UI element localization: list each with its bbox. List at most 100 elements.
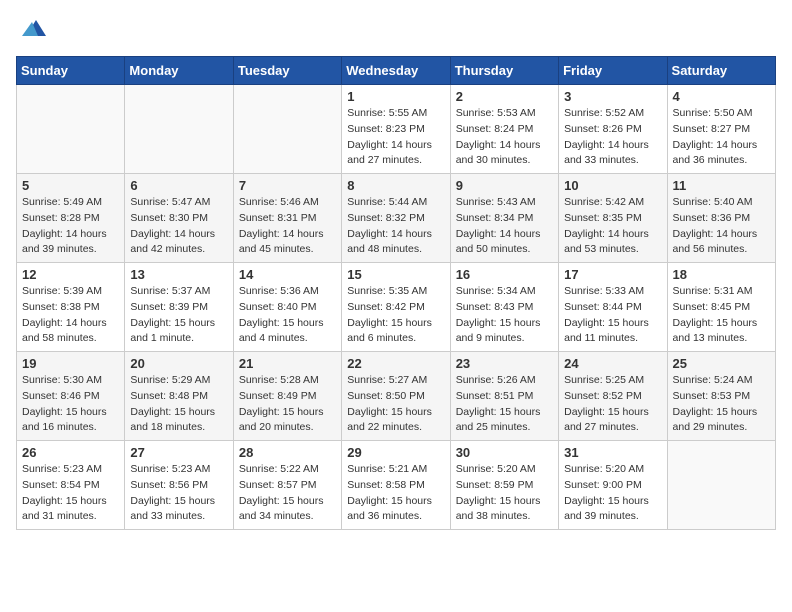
calendar-cell: 31 Sunrise: 5:20 AMSunset: 9:00 PMDayligh… bbox=[559, 441, 667, 530]
weekday-header: Monday bbox=[125, 57, 233, 85]
calendar-cell: 17 Sunrise: 5:33 AMSunset: 8:44 PMDayligh… bbox=[559, 263, 667, 352]
day-info: Sunrise: 5:29 AMSunset: 8:48 PMDaylight:… bbox=[130, 373, 227, 436]
calendar-cell: 11 Sunrise: 5:40 AMSunset: 8:36 PMDayligh… bbox=[667, 174, 775, 263]
day-info: Sunrise: 5:24 AMSunset: 8:53 PMDaylight:… bbox=[673, 373, 770, 436]
day-info: Sunrise: 5:49 AMSunset: 8:28 PMDaylight:… bbox=[22, 195, 119, 258]
day-info: Sunrise: 5:55 AMSunset: 8:23 PMDaylight:… bbox=[347, 106, 444, 169]
day-number: 11 bbox=[673, 178, 770, 193]
day-number: 10 bbox=[564, 178, 661, 193]
day-info: Sunrise: 5:25 AMSunset: 8:52 PMDaylight:… bbox=[564, 373, 661, 436]
calendar-body: 1 Sunrise: 5:55 AMSunset: 8:23 PMDaylight… bbox=[17, 85, 776, 530]
day-info: Sunrise: 5:37 AMSunset: 8:39 PMDaylight:… bbox=[130, 284, 227, 347]
day-info: Sunrise: 5:20 AMSunset: 9:00 PMDaylight:… bbox=[564, 462, 661, 525]
day-number: 28 bbox=[239, 445, 336, 460]
day-number: 18 bbox=[673, 267, 770, 282]
day-number: 21 bbox=[239, 356, 336, 371]
day-info: Sunrise: 5:33 AMSunset: 8:44 PMDaylight:… bbox=[564, 284, 661, 347]
day-number: 31 bbox=[564, 445, 661, 460]
day-number: 5 bbox=[22, 178, 119, 193]
calendar-cell bbox=[125, 85, 233, 174]
calendar-cell bbox=[17, 85, 125, 174]
calendar-cell: 8Sunrise: 5:44 AMSunset: 8:32 PMDaylight… bbox=[342, 174, 450, 263]
day-number: 14 bbox=[239, 267, 336, 282]
calendar-cell: 1 Sunrise: 5:55 AMSunset: 8:23 PMDaylight… bbox=[342, 85, 450, 174]
calendar-cell: 7Sunrise: 5:46 AMSunset: 8:31 PMDaylight… bbox=[233, 174, 341, 263]
calendar-table: SundayMondayTuesdayWednesdayThursdayFrid… bbox=[16, 56, 776, 530]
day-number: 24 bbox=[564, 356, 661, 371]
calendar-cell: 27 Sunrise: 5:23 AMSunset: 8:56 PMDayligh… bbox=[125, 441, 233, 530]
day-info: Sunrise: 5:47 AMSunset: 8:30 PMDaylight:… bbox=[130, 195, 227, 258]
calendar-week-row: 19 Sunrise: 5:30 AMSunset: 8:46 PMDayligh… bbox=[17, 352, 776, 441]
day-info: Sunrise: 5:21 AMSunset: 8:58 PMDaylight:… bbox=[347, 462, 444, 525]
calendar-cell: 10 Sunrise: 5:42 AMSunset: 8:35 PMDayligh… bbox=[559, 174, 667, 263]
day-info: Sunrise: 5:34 AMSunset: 8:43 PMDaylight:… bbox=[456, 284, 553, 347]
day-number: 29 bbox=[347, 445, 444, 460]
day-info: Sunrise: 5:36 AMSunset: 8:40 PMDaylight:… bbox=[239, 284, 336, 347]
day-info: Sunrise: 5:23 AMSunset: 8:54 PMDaylight:… bbox=[22, 462, 119, 525]
weekday-header: Sunday bbox=[17, 57, 125, 85]
day-info: Sunrise: 5:28 AMSunset: 8:49 PMDaylight:… bbox=[239, 373, 336, 436]
weekday-header: Friday bbox=[559, 57, 667, 85]
day-info: Sunrise: 5:52 AMSunset: 8:26 PMDaylight:… bbox=[564, 106, 661, 169]
day-info: Sunrise: 5:30 AMSunset: 8:46 PMDaylight:… bbox=[22, 373, 119, 436]
logo bbox=[16, 16, 46, 44]
calendar-week-row: 1 Sunrise: 5:55 AMSunset: 8:23 PMDaylight… bbox=[17, 85, 776, 174]
calendar-header-row: SundayMondayTuesdayWednesdayThursdayFrid… bbox=[17, 57, 776, 85]
day-number: 4 bbox=[673, 89, 770, 104]
day-number: 7 bbox=[239, 178, 336, 193]
day-info: Sunrise: 5:40 AMSunset: 8:36 PMDaylight:… bbox=[673, 195, 770, 258]
weekday-header: Saturday bbox=[667, 57, 775, 85]
day-number: 16 bbox=[456, 267, 553, 282]
day-number: 6 bbox=[130, 178, 227, 193]
calendar-cell: 18 Sunrise: 5:31 AMSunset: 8:45 PMDayligh… bbox=[667, 263, 775, 352]
day-info: Sunrise: 5:22 AMSunset: 8:57 PMDaylight:… bbox=[239, 462, 336, 525]
calendar-cell: 12Sunrise: 5:39 AMSunset: 8:38 PMDayligh… bbox=[17, 263, 125, 352]
calendar-cell: 21 Sunrise: 5:28 AMSunset: 8:49 PMDayligh… bbox=[233, 352, 341, 441]
day-info: Sunrise: 5:53 AMSunset: 8:24 PMDaylight:… bbox=[456, 106, 553, 169]
calendar-cell: 6 Sunrise: 5:47 AMSunset: 8:30 PMDaylight… bbox=[125, 174, 233, 263]
calendar-cell: 20 Sunrise: 5:29 AMSunset: 8:48 PMDayligh… bbox=[125, 352, 233, 441]
day-number: 19 bbox=[22, 356, 119, 371]
day-number: 22 bbox=[347, 356, 444, 371]
day-info: Sunrise: 5:27 AMSunset: 8:50 PMDaylight:… bbox=[347, 373, 444, 436]
day-number: 12 bbox=[22, 267, 119, 282]
day-number: 27 bbox=[130, 445, 227, 460]
day-number: 17 bbox=[564, 267, 661, 282]
day-number: 13 bbox=[130, 267, 227, 282]
calendar-cell: 3 Sunrise: 5:52 AMSunset: 8:26 PMDaylight… bbox=[559, 85, 667, 174]
calendar-week-row: 5 Sunrise: 5:49 AMSunset: 8:28 PMDaylight… bbox=[17, 174, 776, 263]
day-number: 2 bbox=[456, 89, 553, 104]
calendar-week-row: 12Sunrise: 5:39 AMSunset: 8:38 PMDayligh… bbox=[17, 263, 776, 352]
day-info: Sunrise: 5:50 AMSunset: 8:27 PMDaylight:… bbox=[673, 106, 770, 169]
calendar-week-row: 26 Sunrise: 5:23 AMSunset: 8:54 PMDayligh… bbox=[17, 441, 776, 530]
day-number: 30 bbox=[456, 445, 553, 460]
logo-icon bbox=[18, 16, 46, 44]
calendar-cell: 5 Sunrise: 5:49 AMSunset: 8:28 PMDaylight… bbox=[17, 174, 125, 263]
weekday-header: Thursday bbox=[450, 57, 558, 85]
day-number: 9 bbox=[456, 178, 553, 193]
day-info: Sunrise: 5:23 AMSunset: 8:56 PMDaylight:… bbox=[130, 462, 227, 525]
calendar-cell: 30Sunrise: 5:20 AMSunset: 8:59 PMDayligh… bbox=[450, 441, 558, 530]
day-number: 26 bbox=[22, 445, 119, 460]
day-number: 1 bbox=[347, 89, 444, 104]
day-number: 20 bbox=[130, 356, 227, 371]
day-number: 25 bbox=[673, 356, 770, 371]
day-number: 23 bbox=[456, 356, 553, 371]
day-info: Sunrise: 5:35 AMSunset: 8:42 PMDaylight:… bbox=[347, 284, 444, 347]
day-info: Sunrise: 5:31 AMSunset: 8:45 PMDaylight:… bbox=[673, 284, 770, 347]
calendar-cell: 2 Sunrise: 5:53 AMSunset: 8:24 PMDaylight… bbox=[450, 85, 558, 174]
calendar-cell: 13 Sunrise: 5:37 AMSunset: 8:39 PMDayligh… bbox=[125, 263, 233, 352]
calendar-cell: 22 Sunrise: 5:27 AMSunset: 8:50 PMDayligh… bbox=[342, 352, 450, 441]
calendar-cell: 14 Sunrise: 5:36 AMSunset: 8:40 PMDayligh… bbox=[233, 263, 341, 352]
day-number: 15 bbox=[347, 267, 444, 282]
weekday-header: Wednesday bbox=[342, 57, 450, 85]
day-info: Sunrise: 5:42 AMSunset: 8:35 PMDaylight:… bbox=[564, 195, 661, 258]
day-number: 3 bbox=[564, 89, 661, 104]
calendar-cell: 25 Sunrise: 5:24 AMSunset: 8:53 PMDayligh… bbox=[667, 352, 775, 441]
calendar-cell: 19 Sunrise: 5:30 AMSunset: 8:46 PMDayligh… bbox=[17, 352, 125, 441]
calendar-cell: 26 Sunrise: 5:23 AMSunset: 8:54 PMDayligh… bbox=[17, 441, 125, 530]
calendar-cell: 29 Sunrise: 5:21 AMSunset: 8:58 PMDayligh… bbox=[342, 441, 450, 530]
calendar-cell: 24 Sunrise: 5:25 AMSunset: 8:52 PMDayligh… bbox=[559, 352, 667, 441]
day-info: Sunrise: 5:43 AMSunset: 8:34 PMDaylight:… bbox=[456, 195, 553, 258]
calendar-cell: 15 Sunrise: 5:35 AMSunset: 8:42 PMDayligh… bbox=[342, 263, 450, 352]
